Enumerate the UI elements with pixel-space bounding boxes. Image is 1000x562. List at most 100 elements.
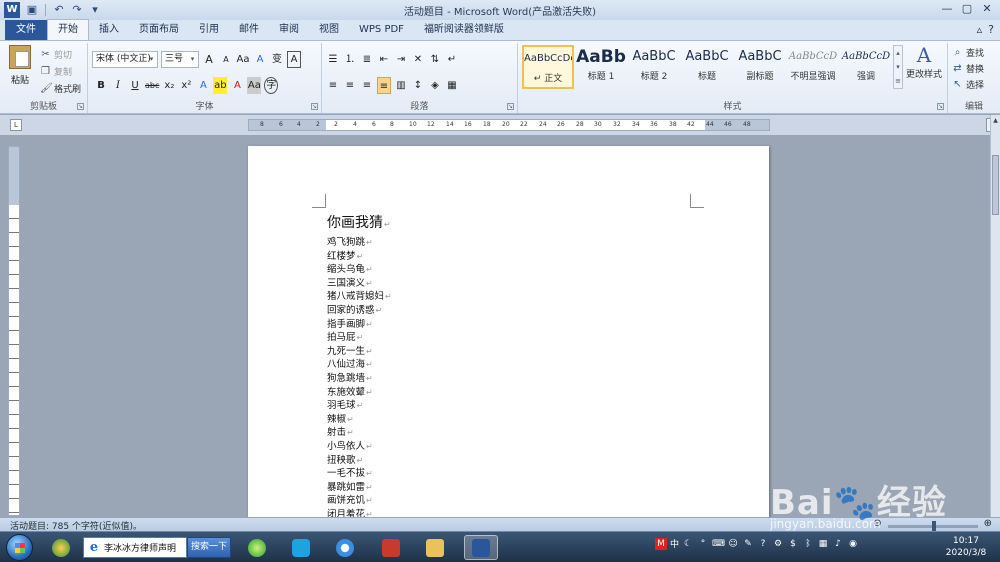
clock[interactable]: 10:17 2020/3/8 — [942, 535, 990, 559]
style-subtitle[interactable]: AaBbC 副标题 — [734, 45, 786, 89]
tab-mailings[interactable]: 邮件 — [229, 20, 269, 40]
change-styles-button[interactable]: A 更改样式 — [905, 43, 943, 80]
replace-button[interactable]: ⇄ 替换 — [952, 60, 984, 76]
document-line[interactable]: 小鸟依人↵ — [327, 440, 392, 454]
paragraph-launcher-icon[interactable]: ↘ — [507, 103, 514, 110]
document-line[interactable]: 鸡飞狗跳↵ — [327, 236, 392, 250]
shrink-font-button[interactable]: A — [219, 51, 233, 68]
clear-format-button[interactable]: A — [253, 51, 267, 68]
tab-view[interactable]: 视图 — [309, 20, 349, 40]
vertical-ruler[interactable] — [8, 146, 20, 516]
style-normal[interactable]: AaBbCcDd ↵ 正文 — [522, 45, 574, 89]
document-line[interactable]: 八仙过海↵ — [327, 358, 392, 372]
volume-icon[interactable]: ♪ — [832, 538, 844, 550]
style-heading-1[interactable]: AaBb 标题 1 — [575, 45, 627, 89]
bluetooth-icon[interactable]: ᛒ — [802, 538, 814, 550]
align-left-icon[interactable]: ≡ — [326, 77, 340, 94]
copy-button[interactable]: ❐ 复制 — [40, 63, 81, 80]
help-icon[interactable]: ? — [988, 23, 994, 36]
style-title[interactable]: AaBbC 标题 — [681, 45, 733, 89]
document-line[interactable]: 扭秧歌↵ — [327, 454, 392, 468]
pay-icon[interactable]: $ — [787, 538, 799, 550]
document-line[interactable]: 猪八戒背媳妇↵ — [327, 290, 392, 304]
highlight-button[interactable]: ab — [213, 77, 228, 94]
document-page[interactable]: 你画我猜↵ 鸡飞狗跳↵ 红楼梦↵ 缩头乌龟↵ 三国演义↵ 猪八戒背媳妇↵ 回家的诱惑↵ 指手… — [248, 146, 769, 517]
font-size-combo[interactable]: 三号 ▾ — [161, 51, 199, 68]
style-emphasis[interactable]: AaBbCcD 强调 — [840, 45, 892, 89]
shading-icon[interactable]: ◈ — [428, 77, 442, 94]
underline-button[interactable]: U — [128, 77, 142, 94]
distribute-icon[interactable]: ▥ — [394, 77, 408, 94]
multilevel-list-icon[interactable]: ≣ — [360, 51, 374, 68]
phonetic-guide-button[interactable]: 变 — [270, 51, 284, 68]
save-icon[interactable]: ▣ — [24, 2, 40, 18]
taskbar-app-browser[interactable] — [240, 535, 274, 560]
tab-home[interactable]: 开始 — [47, 19, 89, 40]
maximize-icon[interactable]: ▢ — [958, 1, 976, 17]
align-center-icon[interactable]: ≡ — [343, 77, 357, 94]
select-button[interactable]: ↖ 选择 — [952, 76, 984, 92]
cut-button[interactable]: ✂ 剪切 — [40, 46, 81, 63]
taskbar-app-360[interactable] — [44, 535, 78, 560]
taskbar-app-explorer[interactable] — [418, 535, 452, 560]
document-line[interactable]: 一毛不拔↵ — [327, 467, 392, 481]
clipboard-launcher-icon[interactable]: ↘ — [77, 103, 84, 110]
align-right-icon[interactable]: ≡ — [360, 77, 374, 94]
style-heading-2[interactable]: AaBbC 标题 2 — [628, 45, 680, 89]
tab-file[interactable]: 文件 — [5, 20, 47, 40]
document-line[interactable]: 东施效颦↵ — [327, 386, 392, 400]
document-line[interactable]: 射击↵ — [327, 426, 392, 440]
ime-icon[interactable]: M — [655, 537, 667, 550]
horizontal-ruler[interactable]: 8 6 4 2 2 4 6 8 10 12 14 16 18 20 22 24 26 28 30 32 34 36 38 42… — [248, 119, 770, 131]
increase-indent-icon[interactable]: ⇥ — [394, 51, 408, 68]
document-line[interactable]: 暴跳如雷↵ — [327, 481, 392, 495]
help-tray-icon[interactable]: ? — [757, 538, 769, 550]
document-line[interactable]: 辣椒↵ — [327, 413, 392, 427]
font-launcher-icon[interactable]: ↘ — [311, 103, 318, 110]
document-line[interactable]: 画饼充饥↵ — [327, 494, 392, 508]
scroll-up-icon[interactable]: ▲ — [991, 115, 1000, 126]
ie-address-box[interactable]: e 李冰冰方律师声明 — [83, 537, 187, 558]
document-line[interactable]: 回家的诱惑↵ — [327, 304, 392, 318]
document-line[interactable]: 缩头乌龟↵ — [327, 263, 392, 277]
tray-app-icon[interactable]: ◉ — [847, 538, 859, 550]
tab-foxit-reader[interactable]: 福昕阅读器领鲜版 — [414, 20, 514, 40]
char-border-button[interactable]: A — [287, 51, 301, 68]
zoom-slider[interactable] — [887, 521, 978, 531]
tools-icon[interactable]: ✎ — [742, 538, 754, 550]
find-button[interactable]: ⌕ 查找 — [952, 44, 984, 60]
document-line[interactable]: 狗急跳墙↵ — [327, 372, 392, 386]
paste-button[interactable]: 粘贴 — [6, 45, 34, 86]
scrollbar-thumb[interactable] — [992, 155, 999, 215]
bold-button[interactable]: B — [94, 77, 108, 94]
justify-icon[interactable]: ≡ — [377, 77, 391, 94]
vertical-scrollbar[interactable]: ▲ — [990, 115, 1000, 517]
taskbar-app-baidu-netdisk[interactable] — [328, 535, 362, 560]
styles-gallery-scroll[interactable]: ▴ ▾ ≡ — [893, 45, 903, 89]
style-subtle-emphasis[interactable]: AaBbCcD 不明显强调 — [787, 45, 839, 89]
network-icon[interactable]: ▦ — [817, 538, 829, 550]
document-line[interactable]: 红楼梦↵ — [327, 250, 392, 264]
user-icon[interactable]: ☺ — [727, 538, 739, 550]
tab-page-layout[interactable]: 页面布局 — [129, 20, 189, 40]
font-name-combo[interactable]: 宋体 (中文正) ▾ — [92, 51, 158, 68]
change-case-button[interactable]: Aa — [236, 51, 250, 68]
undo-icon[interactable]: ↶ — [51, 2, 67, 18]
borders-icon[interactable]: ▦ — [445, 77, 459, 94]
close-icon[interactable]: ✕ — [978, 1, 996, 17]
document-title[interactable]: 你画我猜↵ — [327, 212, 391, 232]
ime-language[interactable]: 中 — [670, 537, 679, 550]
customize-qat-icon[interactable]: ▾ — [87, 2, 103, 18]
zoom-out-icon[interactable]: ⊖ — [873, 518, 881, 530]
chinese-layout-icon[interactable]: ✕ — [411, 51, 425, 68]
show-marks-icon[interactable]: ↵ — [445, 51, 459, 68]
sort-icon[interactable]: ⇅ — [428, 51, 442, 68]
redo-icon[interactable]: ↷ — [69, 2, 85, 18]
tab-wps-pdf[interactable]: WPS PDF — [349, 20, 414, 40]
enclose-char-button[interactable]: 字 — [264, 77, 279, 94]
document-line[interactable]: 九死一生↵ — [327, 345, 392, 359]
minimize-icon[interactable]: — — [938, 1, 956, 17]
font-color-button[interactable]: A — [230, 77, 244, 94]
taskbar-app-red[interactable] — [374, 535, 408, 560]
format-painter-button[interactable]: 🖌 格式刷 — [40, 80, 81, 97]
